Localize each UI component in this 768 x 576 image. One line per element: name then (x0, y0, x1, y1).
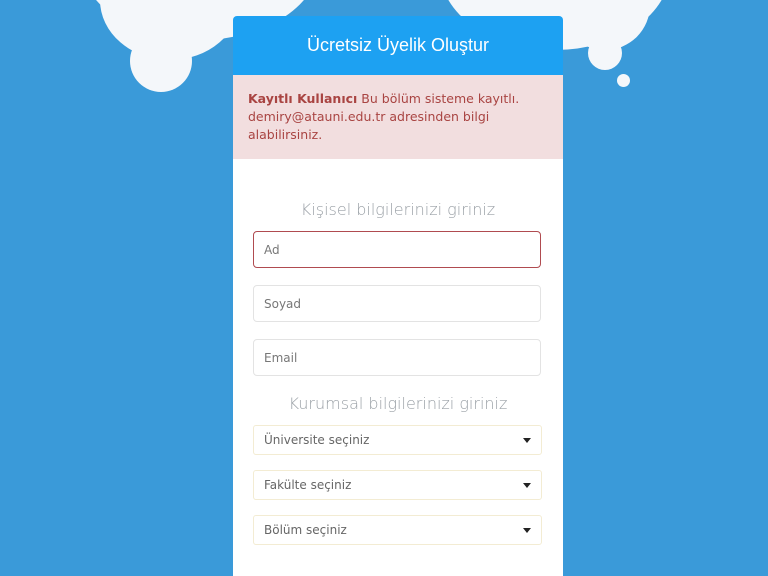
institution-info-heading: Kurumsal bilgilerinizi giriniz (288, 394, 508, 413)
last-name-field[interactable] (253, 285, 541, 322)
signup-card: Ücretsiz Üyelik Oluştur Kayıtlı Kullanıc… (233, 16, 563, 576)
card-title: Ücretsiz Üyelik Oluştur (233, 16, 563, 75)
chevron-down-icon (523, 482, 531, 488)
faculty-select-label: Fakülte seçiniz (264, 478, 352, 492)
first-name-field[interactable] (253, 231, 541, 268)
registered-user-alert: Kayıtlı Kullanıcı Bu bölüm sisteme kayıt… (233, 75, 563, 159)
university-select-label: Üniversite seçiniz (264, 433, 370, 447)
alert-bold-label: Kayıtlı Kullanıcı (248, 91, 358, 106)
department-select-label: Bölüm seçiniz (264, 523, 347, 537)
chevron-down-icon (523, 437, 531, 443)
personal-info-heading: Kişisel bilgilerinizi giriniz (300, 200, 496, 219)
email-field[interactable] (253, 339, 541, 376)
faculty-select[interactable]: Fakülte seçiniz (253, 470, 542, 500)
university-select[interactable]: Üniversite seçiniz (253, 425, 542, 455)
chevron-down-icon (523, 527, 531, 533)
department-select[interactable]: Bölüm seçiniz (253, 515, 542, 545)
